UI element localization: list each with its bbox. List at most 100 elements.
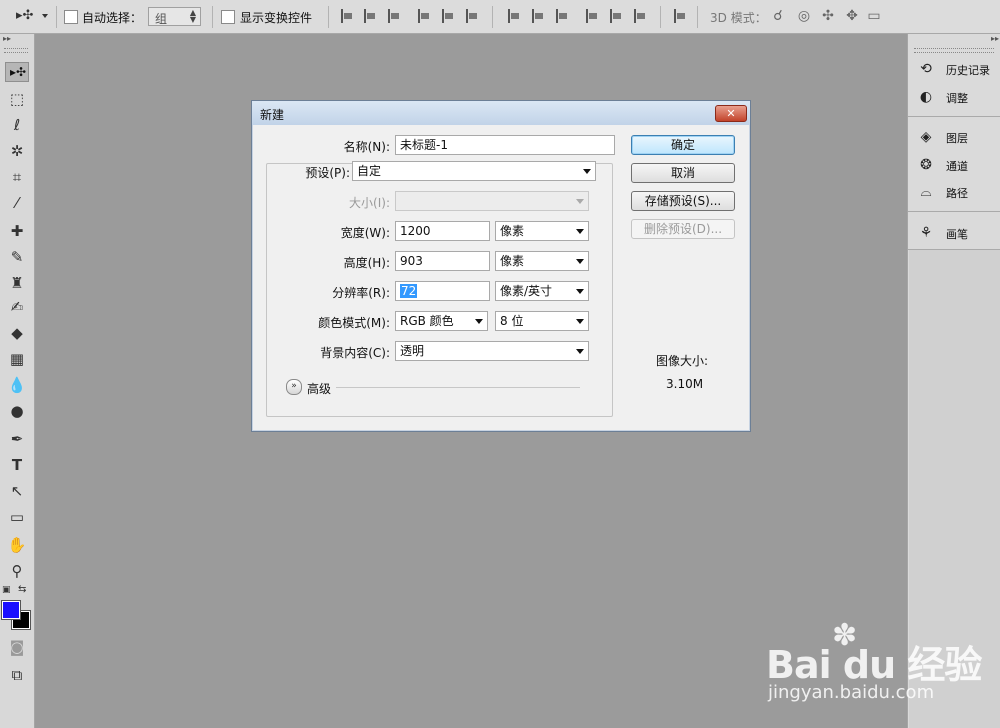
- resolution-field[interactable]: 72: [395, 281, 490, 301]
- default-colors-icon[interactable]: ▣: [2, 585, 11, 595]
- save-preset-button[interactable]: 存储预设(S)...: [631, 191, 735, 211]
- collapse-dock-icon[interactable]: ▸▸: [991, 34, 999, 43]
- pen-tool-icon[interactable]: ✒: [5, 428, 29, 450]
- quick-mask-icon[interactable]: ◙: [5, 636, 29, 658]
- distribute-hcenter-icon[interactable]: [608, 8, 622, 24]
- blur-tool-icon[interactable]: 💧: [5, 374, 29, 396]
- drag-3d-icon[interactable]: ✣: [820, 8, 836, 24]
- align-bottom-icon[interactable]: [386, 8, 400, 24]
- auto-align-layers-icon[interactable]: [672, 8, 686, 24]
- background-contents-label: 背景内容(C):: [320, 346, 390, 360]
- layers-icon: ◈: [920, 129, 932, 145]
- show-transform-checkbox[interactable]: [221, 10, 235, 24]
- panel-history[interactable]: ⟲ 历史记录: [918, 59, 998, 79]
- auto-select-checkbox[interactable]: [64, 10, 78, 24]
- bit-depth-value: 8 位: [500, 314, 524, 328]
- distribute-top-icon[interactable]: [506, 8, 520, 24]
- rotate-3d-icon[interactable]: ☌: [770, 8, 786, 24]
- ok-button[interactable]: 确定: [631, 135, 735, 155]
- size-select: [395, 191, 589, 211]
- bit-depth-select[interactable]: 8 位: [495, 311, 589, 331]
- auto-select-dropdown[interactable]: 组 ▲ ▼: [148, 7, 201, 26]
- panel-layers[interactable]: ◈ 图层: [918, 127, 998, 147]
- scale-3d-icon[interactable]: ▭: [866, 8, 882, 24]
- name-field[interactable]: 未标题-1: [395, 135, 615, 155]
- height-label: 高度(H):: [343, 256, 390, 270]
- gradient-tool-icon[interactable]: ▦: [5, 348, 29, 370]
- advanced-toggle-icon[interactable]: »: [286, 379, 302, 395]
- dock-grip: [914, 48, 994, 53]
- width-field[interactable]: 1200: [395, 221, 490, 241]
- healing-tool-icon[interactable]: ✚: [5, 220, 29, 242]
- distribute-left-icon[interactable]: [584, 8, 598, 24]
- screen-mode-icon[interactable]: ⧉: [5, 664, 29, 686]
- distribute-bottom-icon[interactable]: [554, 8, 568, 24]
- collapse-panel-icon[interactable]: ▸▸: [3, 34, 11, 43]
- swap-colors-icon[interactable]: ⇆: [18, 584, 26, 595]
- cancel-button[interactable]: 取消: [631, 163, 735, 183]
- resolution-unit-select[interactable]: 像素/英寸: [495, 281, 589, 301]
- baidu-watermark: ✽ Bai du 经验 jingyan.baidu.com: [752, 612, 1000, 722]
- panel-history-label: 历史记录: [946, 64, 990, 77]
- align-vcenter-icon[interactable]: [362, 8, 376, 24]
- panel-paths[interactable]: ⌓ 路径: [918, 182, 998, 202]
- panel-channels-label: 通道: [946, 160, 968, 173]
- eraser-tool-icon[interactable]: ◆: [5, 322, 29, 344]
- preset-select[interactable]: 自定: [352, 161, 596, 181]
- dodge-tool-icon[interactable]: ●: [5, 400, 29, 422]
- brush-panel-icon: ⚘: [919, 225, 933, 241]
- channels-icon: ❂: [920, 157, 932, 173]
- foreground-color-swatch[interactable]: [1, 600, 21, 620]
- move-tool-preset-icon[interactable]: ▸✣: [16, 8, 38, 24]
- tool-preset-dropdown-icon[interactable]: [42, 14, 48, 18]
- panel-brush[interactable]: ⚘ 画笔: [918, 223, 998, 243]
- advanced-label: 高级: [307, 382, 332, 396]
- brush-tool-icon[interactable]: ✎: [5, 246, 29, 268]
- lasso-tool-icon[interactable]: ℓ: [5, 114, 29, 136]
- shape-tool-icon[interactable]: ▭: [5, 506, 29, 528]
- auto-select-label: 自动选择：: [82, 11, 143, 25]
- path-select-tool-icon[interactable]: ↖: [5, 480, 29, 502]
- width-label: 宽度(W):: [340, 226, 390, 240]
- align-left-icon[interactable]: [416, 8, 430, 24]
- eyedropper-tool-icon[interactable]: ⁄: [5, 192, 29, 214]
- auto-select-value: 组: [155, 12, 168, 26]
- history-brush-tool-icon[interactable]: ✍: [5, 296, 29, 318]
- background-contents-select[interactable]: 透明: [395, 341, 589, 361]
- chevron-down-icon: [576, 229, 584, 234]
- align-right-icon[interactable]: [464, 8, 478, 24]
- crop-tool-icon[interactable]: ⌗: [5, 166, 29, 188]
- align-top-icon[interactable]: [339, 8, 353, 24]
- distribute-right-icon[interactable]: [632, 8, 646, 24]
- height-unit-select[interactable]: 像素: [495, 251, 589, 271]
- magic-wand-tool-icon[interactable]: ✲: [5, 140, 29, 162]
- show-transform-label: 显示变换控件: [240, 11, 313, 25]
- panel-channels[interactable]: ❂ 通道: [918, 155, 998, 175]
- stamp-tool-icon[interactable]: ♜: [5, 272, 29, 294]
- color-mode-select[interactable]: RGB 颜色: [395, 311, 488, 331]
- height-field[interactable]: 903: [395, 251, 490, 271]
- zoom-tool-icon[interactable]: ⚲: [5, 560, 29, 582]
- panel-adjustments[interactable]: ◐ 调整: [918, 87, 998, 107]
- name-label: 名称(N):: [343, 140, 390, 154]
- hand-tool-icon[interactable]: ✋: [5, 534, 29, 556]
- type-tool-icon[interactable]: T: [5, 454, 29, 476]
- slide-3d-icon[interactable]: ✥: [844, 8, 860, 24]
- panel-layers-label: 图层: [946, 132, 968, 145]
- chevron-down-icon: [475, 319, 483, 324]
- background-contents-value: 透明: [400, 344, 425, 358]
- options-bar: ▸✣ 自动选择： 组 ▲ ▼ 显示变换控件 3D 模式： ☌ ◎ ✣ ✥ ▭: [0, 0, 1000, 34]
- dialog-titlebar[interactable]: 新建 ✕: [252, 101, 750, 125]
- roll-3d-icon[interactable]: ◎: [796, 8, 812, 24]
- align-hcenter-icon[interactable]: [440, 8, 454, 24]
- color-mode-value: RGB 颜色: [400, 314, 454, 328]
- marquee-tool-icon[interactable]: ⬚: [5, 88, 29, 110]
- history-icon: ⟲: [920, 61, 932, 77]
- width-unit-select[interactable]: 像素: [495, 221, 589, 241]
- resolution-unit-value: 像素/英寸: [500, 284, 553, 298]
- image-size-value: 3.10M: [666, 377, 704, 391]
- resolution-value: 72: [400, 284, 418, 298]
- close-icon[interactable]: ✕: [715, 105, 747, 122]
- move-tool-icon[interactable]: ▸✣: [5, 62, 29, 82]
- distribute-vcenter-icon[interactable]: [530, 8, 544, 24]
